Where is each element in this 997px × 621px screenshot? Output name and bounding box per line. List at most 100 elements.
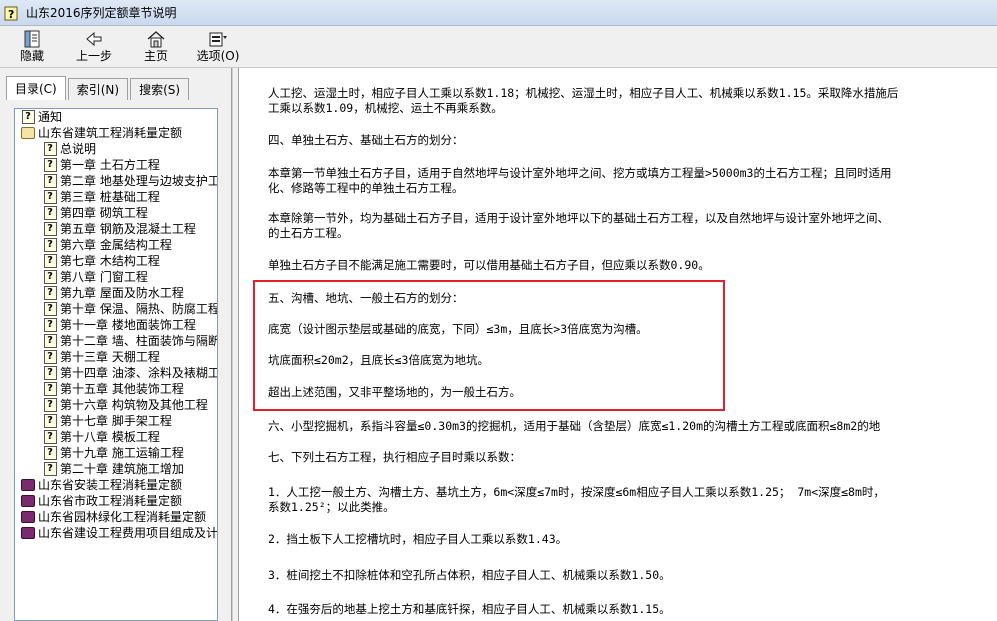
tree-item-label: 第十五章 其他装饰工程 (60, 382, 184, 396)
tree-item[interactable]: ? 第四章 砌筑工程 (15, 205, 217, 221)
paragraph-text: 坑底面积≤20m2，且底长≤3倍底宽为地坑。 (268, 353, 489, 367)
tree-item-label: 山东省建筑工程消耗量定额 (38, 126, 183, 140)
tree-item[interactable]: ? 第十九章 施工运输工程 (15, 445, 217, 461)
tree-item-label: 第十九章 施工运输工程 (60, 446, 184, 460)
options-label: 选项(O) (196, 49, 240, 63)
help-topic-icon: ? (43, 190, 57, 204)
help-topic-icon: ? (43, 446, 57, 460)
hide-icon (22, 30, 42, 48)
toolbar: 隐藏 上一步 主页 选项(O) (0, 26, 997, 68)
closed-book-icon (21, 510, 35, 524)
home-button[interactable]: 主页 (130, 26, 182, 68)
tree-item[interactable]: 山东省建筑工程消耗量定额 (15, 125, 217, 141)
tree-item[interactable]: ? 第七章 木结构工程 (15, 253, 217, 269)
tree-item-label: 第六章 金属结构工程 (60, 238, 172, 252)
tree-item[interactable]: ? 第五章 钢筋及混凝土工程 (15, 221, 217, 237)
paragraph-text: 超出上述范围，又非平整场地的，为一般土石方。 (268, 385, 521, 399)
paragraph-text: 单独土石方子目不能满足施工需要时，可以借用基础土石方子目，但应乘以系数0.90。 (268, 258, 710, 272)
tree-item[interactable]: ? 第十三章 天棚工程 (15, 349, 217, 365)
tree-item-label: 第十八章 模板工程 (60, 430, 160, 444)
tree-item-label: 第十章 保温、隔热、防腐工程 (60, 302, 218, 316)
tree-item-label: 第五章 钢筋及混凝土工程 (60, 222, 196, 236)
help-topic-icon: ? (43, 286, 57, 300)
title-bar: ? 山东2016序列定额章节说明 (0, 0, 997, 26)
tree-item[interactable]: 山东省园林绿化工程消耗量定额 (15, 509, 217, 525)
tree-item[interactable]: ?第十二章 墙、柱面装饰与隔断工程 (15, 333, 217, 349)
tree-item[interactable]: 山东省建设工程费用项目组成及计算规则 (15, 525, 217, 541)
tree-item-label: 山东省安装工程消耗量定额 (38, 478, 183, 492)
home-label: 主页 (143, 49, 168, 63)
tree-item[interactable]: ? 第一章 土石方工程 (15, 157, 217, 173)
paragraph-text: 3．桩间挖土不扣除桩体和空孔所占体积，相应子目人工、机械乘以系数1.50。 (268, 568, 671, 582)
tree-item[interactable]: ? 第十五章 其他装饰工程 (15, 381, 217, 397)
options-icon (208, 30, 228, 48)
tree-item-label: 第二十章 建筑施工增加 (60, 462, 184, 476)
tree-item-label: 通知 (38, 110, 63, 124)
tab-contents[interactable]: 目录(C) (6, 76, 66, 100)
section-heading: 七、下列土石方工程，执行相应子目时乘以系数： (268, 450, 521, 464)
contents-tree: ? 通知 山东省建筑工程消耗量定额? 总说明? 第一章 土石方工程? 第二章 地基处理与边… (14, 108, 218, 621)
paragraph-text: 1．人工挖一般土方、沟槽土方、基坑土方，6m<深度≤7m时，按深度≤6m相应子目… (268, 485, 885, 499)
window-title: 山东2016序列定额章节说明 (26, 6, 177, 20)
tree-item[interactable]: ? 第十八章 模板工程 (15, 429, 217, 445)
paragraph-text: 的土石方工程。 (268, 226, 349, 240)
help-topic-icon: ? (43, 398, 57, 412)
help-topic-icon: ? (43, 270, 57, 284)
tree-item-label: 第一章 土石方工程 (60, 158, 160, 172)
navigation-pane: 目录(C) 索引(N) 搜索(S) ? 通知 山东省建筑工程消耗量定额? 总说明? 第一… (0, 68, 232, 621)
paragraph-text: 4．在强夯后的地基上挖土方和基底钎探，相应子目人工、机械乘以系数1.15。 (268, 602, 671, 616)
tree-item[interactable]: ? 第二十章 建筑施工增加 (15, 461, 217, 477)
tree-item-label: 第十六章 构筑物及其他工程 (60, 398, 208, 412)
tree-item-label: 山东省建设工程费用项目组成及计算规则 (38, 526, 218, 540)
section-heading: 五、沟槽、地坑、一般土石方的划分： (268, 291, 464, 305)
paragraph-text: 人工挖、运湿土时，相应子目人工乘以系数1.18；机械挖、运湿土时，相应子目人工、… (268, 86, 899, 100)
tree-item-label: 山东省园林绿化工程消耗量定额 (38, 510, 207, 524)
help-topic-icon: ? (43, 158, 57, 172)
tree-item[interactable]: ? 第三章 桩基础工程 (15, 189, 217, 205)
hide-button[interactable]: 隐藏 (6, 26, 58, 68)
tree-item[interactable]: ? 第九章 屋面及防水工程 (15, 285, 217, 301)
tree-item[interactable]: ? 第二章 地基处理与边坡支护工程 (15, 173, 217, 189)
tree-item[interactable]: 山东省市政工程消耗量定额 (15, 493, 217, 509)
tree-item[interactable]: ? 第十章 保温、隔热、防腐工程 (15, 301, 217, 317)
options-button[interactable]: 选项(O) (192, 26, 244, 68)
closed-book-icon (21, 478, 35, 492)
help-topic-icon: ? (43, 334, 57, 348)
paragraph-text: 本章除第一节外，均为基础土石方子目，适用于设计室外地坪以下的基础土石方工程，以及… (268, 211, 889, 225)
help-topic-icon: ? (43, 414, 57, 428)
help-topic-icon: ? (43, 254, 57, 268)
tree-item[interactable]: ? 总说明 (15, 141, 217, 157)
tree-item-label: 第十一章 楼地面装饰工程 (60, 318, 196, 332)
nav-tabs: 目录(C) 索引(N) 搜索(S) (6, 76, 191, 100)
tree-item-label: 山东省市政工程消耗量定额 (38, 494, 183, 508)
help-topic-icon: ? (43, 174, 57, 188)
home-icon (146, 30, 166, 48)
tab-index[interactable]: 索引(N) (67, 78, 129, 100)
help-topic-icon: ? (43, 318, 57, 332)
tree-item[interactable]: ? 第十四章 油漆、涂料及裱糊工程 (15, 365, 217, 381)
tree-item[interactable]: 山东省安装工程消耗量定额 (15, 477, 217, 493)
paragraph-text: 系数1.25²；以此类推。 (268, 500, 395, 514)
help-topic-icon: ? (43, 462, 57, 476)
back-button[interactable]: 上一步 (68, 26, 120, 68)
tree-item[interactable]: ? 第八章 门窗工程 (15, 269, 217, 285)
tree-item[interactable]: ? 第十七章 脚手架工程 (15, 413, 217, 429)
section-heading: 四、单独土石方、基础土石方的划分： (268, 133, 464, 147)
closed-book-icon (21, 526, 35, 540)
tree-item-label: 第十三章 天棚工程 (60, 350, 160, 364)
tree-item[interactable]: ? 第六章 金属结构工程 (15, 237, 217, 253)
help-topic-icon: ? (21, 110, 35, 124)
help-app-icon: ? (4, 5, 20, 21)
paragraph-text: 2．挡土板下人工挖槽坑时，相应子目人工乘以系数1.43。 (268, 532, 568, 546)
tree-item-label: 第十二章 墙、柱面装饰与隔断工程 (60, 334, 217, 348)
help-topic-icon: ? (43, 206, 57, 220)
tree-item[interactable]: ? 第十六章 构筑物及其他工程 (15, 397, 217, 413)
tree-item[interactable]: ? 通知 (15, 109, 217, 125)
tree-item[interactable]: ? 第十一章 楼地面装饰工程 (15, 317, 217, 333)
tree-item-label: 第九章 屋面及防水工程 (60, 286, 184, 300)
closed-book-icon (21, 494, 35, 508)
topic-content: 人工挖、运湿土时，相应子目人工乘以系数1.18；机械挖、运湿土时，相应子目人工、… (238, 68, 997, 621)
tab-search[interactable]: 搜索(S) (130, 78, 190, 100)
tree-item-label: 第三章 桩基础工程 (60, 190, 160, 204)
section-heading: 六、小型挖掘机，系指斗容量≤0.30m3的挖掘机，适用于基础（含垫层）底宽≤1.… (268, 419, 881, 433)
